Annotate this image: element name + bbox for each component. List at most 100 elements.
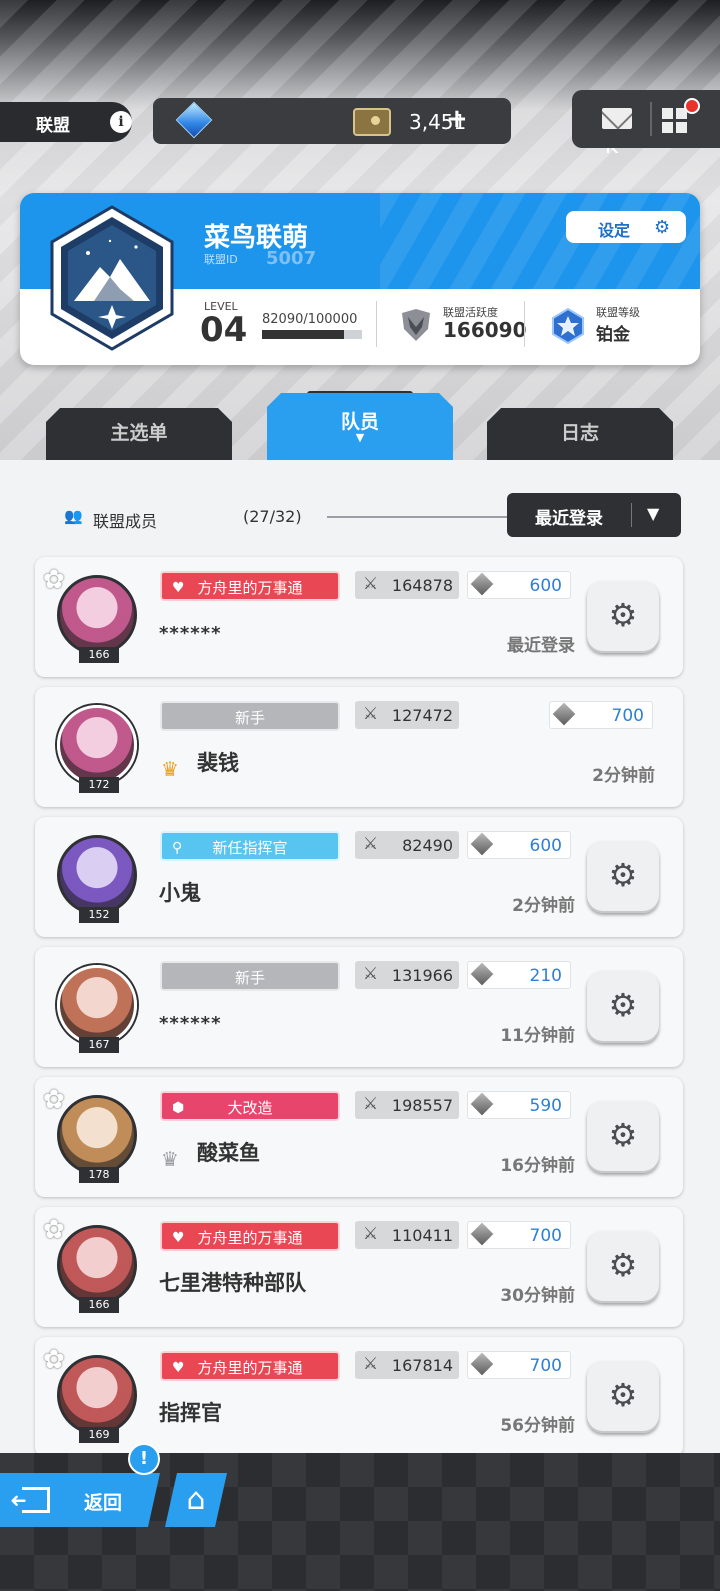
- badge-text: 方舟里的万事通: [197, 1359, 303, 1377]
- member-row[interactable]: ✿ 166 ♥ 方舟里的万事通 ⚔ 164878 600 ****** 最近登录 ⚙: [35, 557, 683, 677]
- gear-icon: ⚙: [608, 596, 638, 634]
- contribution-value: 700: [529, 1226, 562, 1246]
- tab-log[interactable]: 日志: [487, 408, 673, 462]
- swords-icon: ⚔: [363, 574, 379, 594]
- contribution: 210: [467, 961, 571, 989]
- swords-icon: ⚔: [363, 834, 379, 854]
- exp-text: 82090/100000: [262, 312, 358, 327]
- member-settings-button[interactable]: ⚙: [587, 581, 659, 653]
- member-name: 指挥官: [159, 1401, 222, 1425]
- member-settings-button[interactable]: ⚙: [587, 841, 659, 913]
- flower-icon: ✿: [43, 1215, 65, 1245]
- member-row[interactable]: 172 新手 ⚔ 127472 700 ♛ 裴钱 2分钟前: [35, 687, 683, 807]
- member-row[interactable]: 167 新手 ⚔ 131966 210 ****** 11分钟前 ⚙: [35, 947, 683, 1067]
- member-settings-button[interactable]: ⚙: [587, 971, 659, 1043]
- tab-members[interactable]: 队员 ▼: [267, 393, 453, 462]
- avatar[interactable]: [57, 575, 137, 655]
- combat-power: ⚔ 131966: [355, 961, 459, 989]
- avatar[interactable]: [57, 705, 137, 785]
- badge-icon: ⬢: [172, 1100, 185, 1116]
- member-name: 酸菜鱼: [197, 1141, 260, 1165]
- combat-power-value: 131966: [391, 966, 453, 985]
- info-icon[interactable]: i: [110, 111, 132, 133]
- gear-icon: ⚙: [608, 986, 638, 1024]
- member-settings-button[interactable]: ⚙: [587, 1361, 659, 1433]
- members-count: (27/32): [243, 507, 302, 526]
- avatar[interactable]: [57, 1355, 137, 1435]
- title-badge: 新手: [160, 961, 340, 991]
- member-name: 七里港特种部队: [159, 1271, 306, 1295]
- diamond-icon: [470, 572, 494, 596]
- rank-label: 联盟等级: [596, 306, 640, 319]
- badge-icon: ♥: [172, 580, 185, 596]
- guild-id-label: 联盟ID: [204, 253, 238, 266]
- combat-power: ⚔ 167814: [355, 1351, 459, 1379]
- badge-text: 大改造: [227, 1099, 273, 1117]
- combat-power-value: 82490: [402, 836, 453, 855]
- combat-power-value: 110411: [391, 1226, 453, 1245]
- grid-menu-icon[interactable]: [662, 108, 688, 134]
- buy-gems-button[interactable]: +: [446, 104, 468, 134]
- title-badge: ♥ 方舟里的万事通: [160, 571, 340, 601]
- members-label: 联盟成员: [93, 512, 158, 531]
- credit-icon: [353, 108, 391, 136]
- last-login: 16分钟前: [500, 1156, 575, 1176]
- swords-icon: ⚔: [363, 964, 379, 984]
- badge-text: 方舟里的万事通: [197, 1229, 303, 1247]
- avatar-level: 169: [79, 1427, 119, 1443]
- avatar-level: 166: [79, 647, 119, 663]
- sort-dropdown[interactable]: 最近登录 ▼: [507, 493, 681, 537]
- avatar-level: 167: [79, 1037, 119, 1053]
- divider: [650, 102, 652, 136]
- union-label: 联盟: [36, 116, 70, 136]
- badge-text: 新手: [234, 709, 265, 727]
- combat-power-value: 127472: [391, 706, 453, 725]
- back-button[interactable]: 返回: [0, 1473, 160, 1527]
- combat-power: ⚔ 82490: [355, 831, 459, 859]
- last-login: 最近登录: [507, 636, 575, 656]
- member-row[interactable]: ✿ 178 ⬢ 大改造 ⚔ 198557 590 ♛ 酸菜鱼 16分钟前 ⚙: [35, 1077, 683, 1197]
- avatar[interactable]: [57, 1225, 137, 1305]
- swords-icon: ⚔: [363, 1224, 379, 1244]
- swords-icon: ⚔: [363, 704, 379, 724]
- member-settings-button[interactable]: ⚙: [587, 1101, 659, 1173]
- member-settings-button[interactable]: ⚙: [587, 1231, 659, 1303]
- divider: [631, 503, 632, 527]
- contribution: 700: [549, 701, 653, 729]
- guild-level: 04: [200, 310, 248, 350]
- member-row[interactable]: ✿ 169 ♥ 方舟里的万事通 ⚔ 167814 700 指挥官 56分钟前 ⚙: [35, 1337, 683, 1457]
- notification-dot: [684, 98, 700, 114]
- tab-main-menu[interactable]: 主选单: [46, 408, 232, 462]
- avatar[interactable]: [57, 835, 137, 915]
- contribution: 700: [467, 1351, 571, 1379]
- back-label: 返回: [84, 1492, 123, 1514]
- guild-emblem-icon: [50, 205, 174, 351]
- title-badge: ⚲ 新任指挥官: [160, 831, 340, 861]
- flower-icon: ✿: [43, 565, 65, 595]
- combat-power: ⚔ 164878: [355, 571, 459, 599]
- diamond-icon: [470, 832, 494, 856]
- member-name: ******: [159, 1013, 222, 1034]
- contribution: 600: [467, 571, 571, 599]
- badge-icon: ♥: [172, 1360, 185, 1376]
- diamond-icon: [470, 1092, 494, 1116]
- gear-icon: ⚙: [608, 1376, 638, 1414]
- avatar[interactable]: [57, 965, 137, 1045]
- settings-button[interactable]: 设定 ⚙: [566, 211, 686, 243]
- contribution: 700: [467, 1221, 571, 1249]
- contribution-value: 600: [529, 836, 562, 856]
- gear-icon: ⚙: [608, 856, 638, 894]
- avatar-level: 166: [79, 1297, 119, 1313]
- avatar-level: 178: [79, 1167, 119, 1183]
- activity-shield-icon: [402, 309, 430, 341]
- people-icon: 👥: [64, 507, 83, 525]
- member-row[interactable]: ✿ 166 ♥ 方舟里的万事通 ⚔ 110411 700 七里港特种部队 30分钟前 ⚙: [35, 1207, 683, 1327]
- mail-icon[interactable]: [602, 108, 632, 129]
- contribution: 600: [467, 831, 571, 859]
- rank-badge-icon: [552, 308, 584, 344]
- member-row[interactable]: 152 ⚲ 新任指挥官 ⚔ 82490 600 小鬼 2分钟前 ⚙: [35, 817, 683, 937]
- exit-icon: [22, 1487, 50, 1513]
- avatar[interactable]: [57, 1095, 137, 1175]
- diamond-icon: [470, 1352, 494, 1376]
- crown-icon: ♛: [161, 757, 179, 781]
